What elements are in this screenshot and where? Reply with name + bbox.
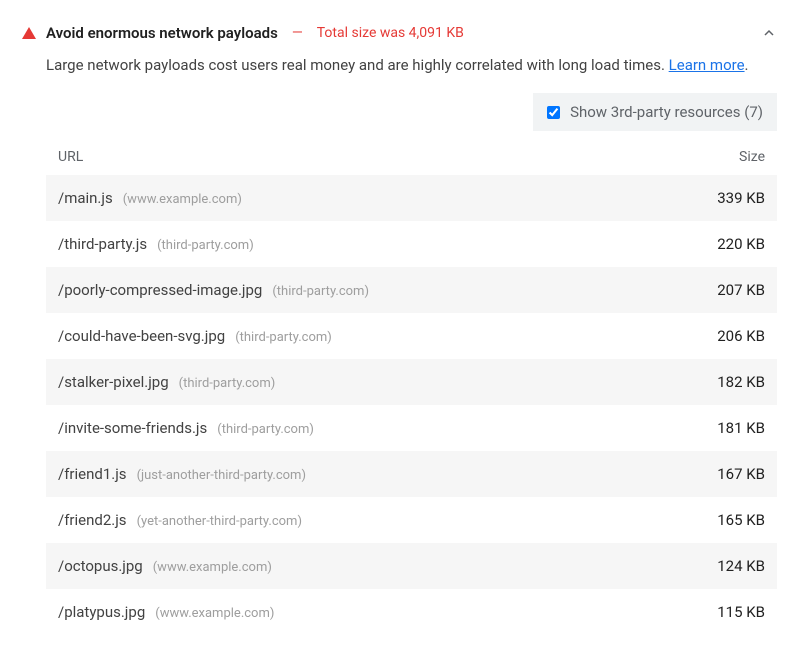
url-path: /friend2.js (58, 511, 127, 529)
cell-url: /octopus.jpg (www.example.com) (58, 557, 675, 575)
table-row: /main.js (www.example.com) 339 KB (46, 175, 777, 221)
description-text: Large network payloads cost users real m… (46, 56, 669, 74)
cell-size: 167 KB (675, 465, 765, 483)
cell-size: 220 KB (675, 235, 765, 253)
column-url: URL (58, 149, 675, 165)
cell-url: /third-party.js (third-party.com) (58, 235, 675, 253)
table-row: /octopus.jpg (www.example.com) 124 KB (46, 543, 777, 589)
url-path: /platypus.jpg (58, 603, 145, 621)
column-size: Size (675, 149, 765, 165)
url-path: /octopus.jpg (58, 557, 143, 575)
table-body: /main.js (www.example.com) 339 KB/third-pa… (46, 175, 777, 635)
third-party-toggle-label: Show 3rd-party resources (7) (570, 103, 763, 121)
cell-size: 182 KB (675, 373, 765, 391)
warning-triangle-icon (22, 27, 36, 39)
audit-title: Avoid enormous network payloads (46, 24, 278, 42)
table-row: /poorly-compressed-image.jpg (third-party… (46, 267, 777, 313)
cell-url: /poorly-compressed-image.jpg (third-party… (58, 281, 675, 299)
table-row: /friend1.js (just-another-third-party.com… (46, 451, 777, 497)
url-host: (www.example.com) (123, 192, 242, 207)
cell-size: 206 KB (675, 327, 765, 345)
audit-result: Total size was 4,091 KB (317, 25, 464, 41)
cell-url: /invite-some-friends.js (third-party.com) (58, 419, 675, 437)
third-party-checkbox[interactable] (547, 106, 560, 119)
result-separator: — (292, 25, 303, 41)
third-party-toggle[interactable]: Show 3rd-party resources (7) (533, 93, 777, 131)
cell-size: 124 KB (675, 557, 765, 575)
cell-size: 207 KB (675, 281, 765, 299)
cell-url: /platypus.jpg (www.example.com) (58, 603, 675, 621)
resources-table: URL Size /main.js (www.example.com) 339 KB… (46, 139, 777, 635)
table-row: /stalker-pixel.jpg (third-party.com) 182 K… (46, 359, 777, 405)
table-row: /platypus.jpg (www.example.com) 115 KB (46, 589, 777, 635)
url-path: /invite-some-friends.js (58, 419, 207, 437)
url-host: (third-party.com) (235, 330, 332, 345)
controls-row: Show 3rd-party resources (7) (46, 93, 777, 131)
url-host: (third-party.com) (272, 284, 369, 299)
description-after: . (745, 56, 749, 74)
cell-size: 115 KB (675, 603, 765, 621)
cell-url: /stalker-pixel.jpg (third-party.com) (58, 373, 675, 391)
cell-url: /friend2.js (yet-another-third-party.com) (58, 511, 675, 529)
url-host: (yet-another-third-party.com) (137, 514, 302, 529)
cell-url: /friend1.js (just-another-third-party.com… (58, 465, 675, 483)
cell-size: 181 KB (675, 419, 765, 437)
url-host: (third-party.com) (217, 422, 314, 437)
audit-description: Large network payloads cost users real m… (46, 54, 777, 77)
learn-more-link[interactable]: Learn more (669, 56, 745, 74)
url-path: /stalker-pixel.jpg (58, 373, 169, 391)
table-row: /could-have-been-svg.jpg (third-party.com… (46, 313, 777, 359)
cell-url: /main.js (www.example.com) (58, 189, 675, 207)
url-path: /friend1.js (58, 465, 127, 483)
url-host: (third-party.com) (179, 376, 276, 391)
cell-size: 339 KB (675, 189, 765, 207)
cell-url: /could-have-been-svg.jpg (third-party.com… (58, 327, 675, 345)
table-header: URL Size (46, 139, 777, 175)
table-row: /invite-some-friends.js (third-party.com)… (46, 405, 777, 451)
cell-size: 165 KB (675, 511, 765, 529)
url-path: /poorly-compressed-image.jpg (58, 281, 262, 299)
url-host: (www.example.com) (153, 560, 272, 575)
table-row: /third-party.js (third-party.com) 220 KB (46, 221, 777, 267)
url-host: (just-another-third-party.com) (137, 468, 306, 483)
table-row: /friend2.js (yet-another-third-party.com)… (46, 497, 777, 543)
url-path: /main.js (58, 189, 113, 207)
url-path: /could-have-been-svg.jpg (58, 327, 225, 345)
url-host: (third-party.com) (157, 238, 254, 253)
url-host: (www.example.com) (155, 606, 274, 621)
audit-header[interactable]: Avoid enormous network payloads — Total … (22, 20, 777, 54)
url-path: /third-party.js (58, 235, 147, 253)
chevron-up-icon[interactable] (761, 25, 777, 41)
